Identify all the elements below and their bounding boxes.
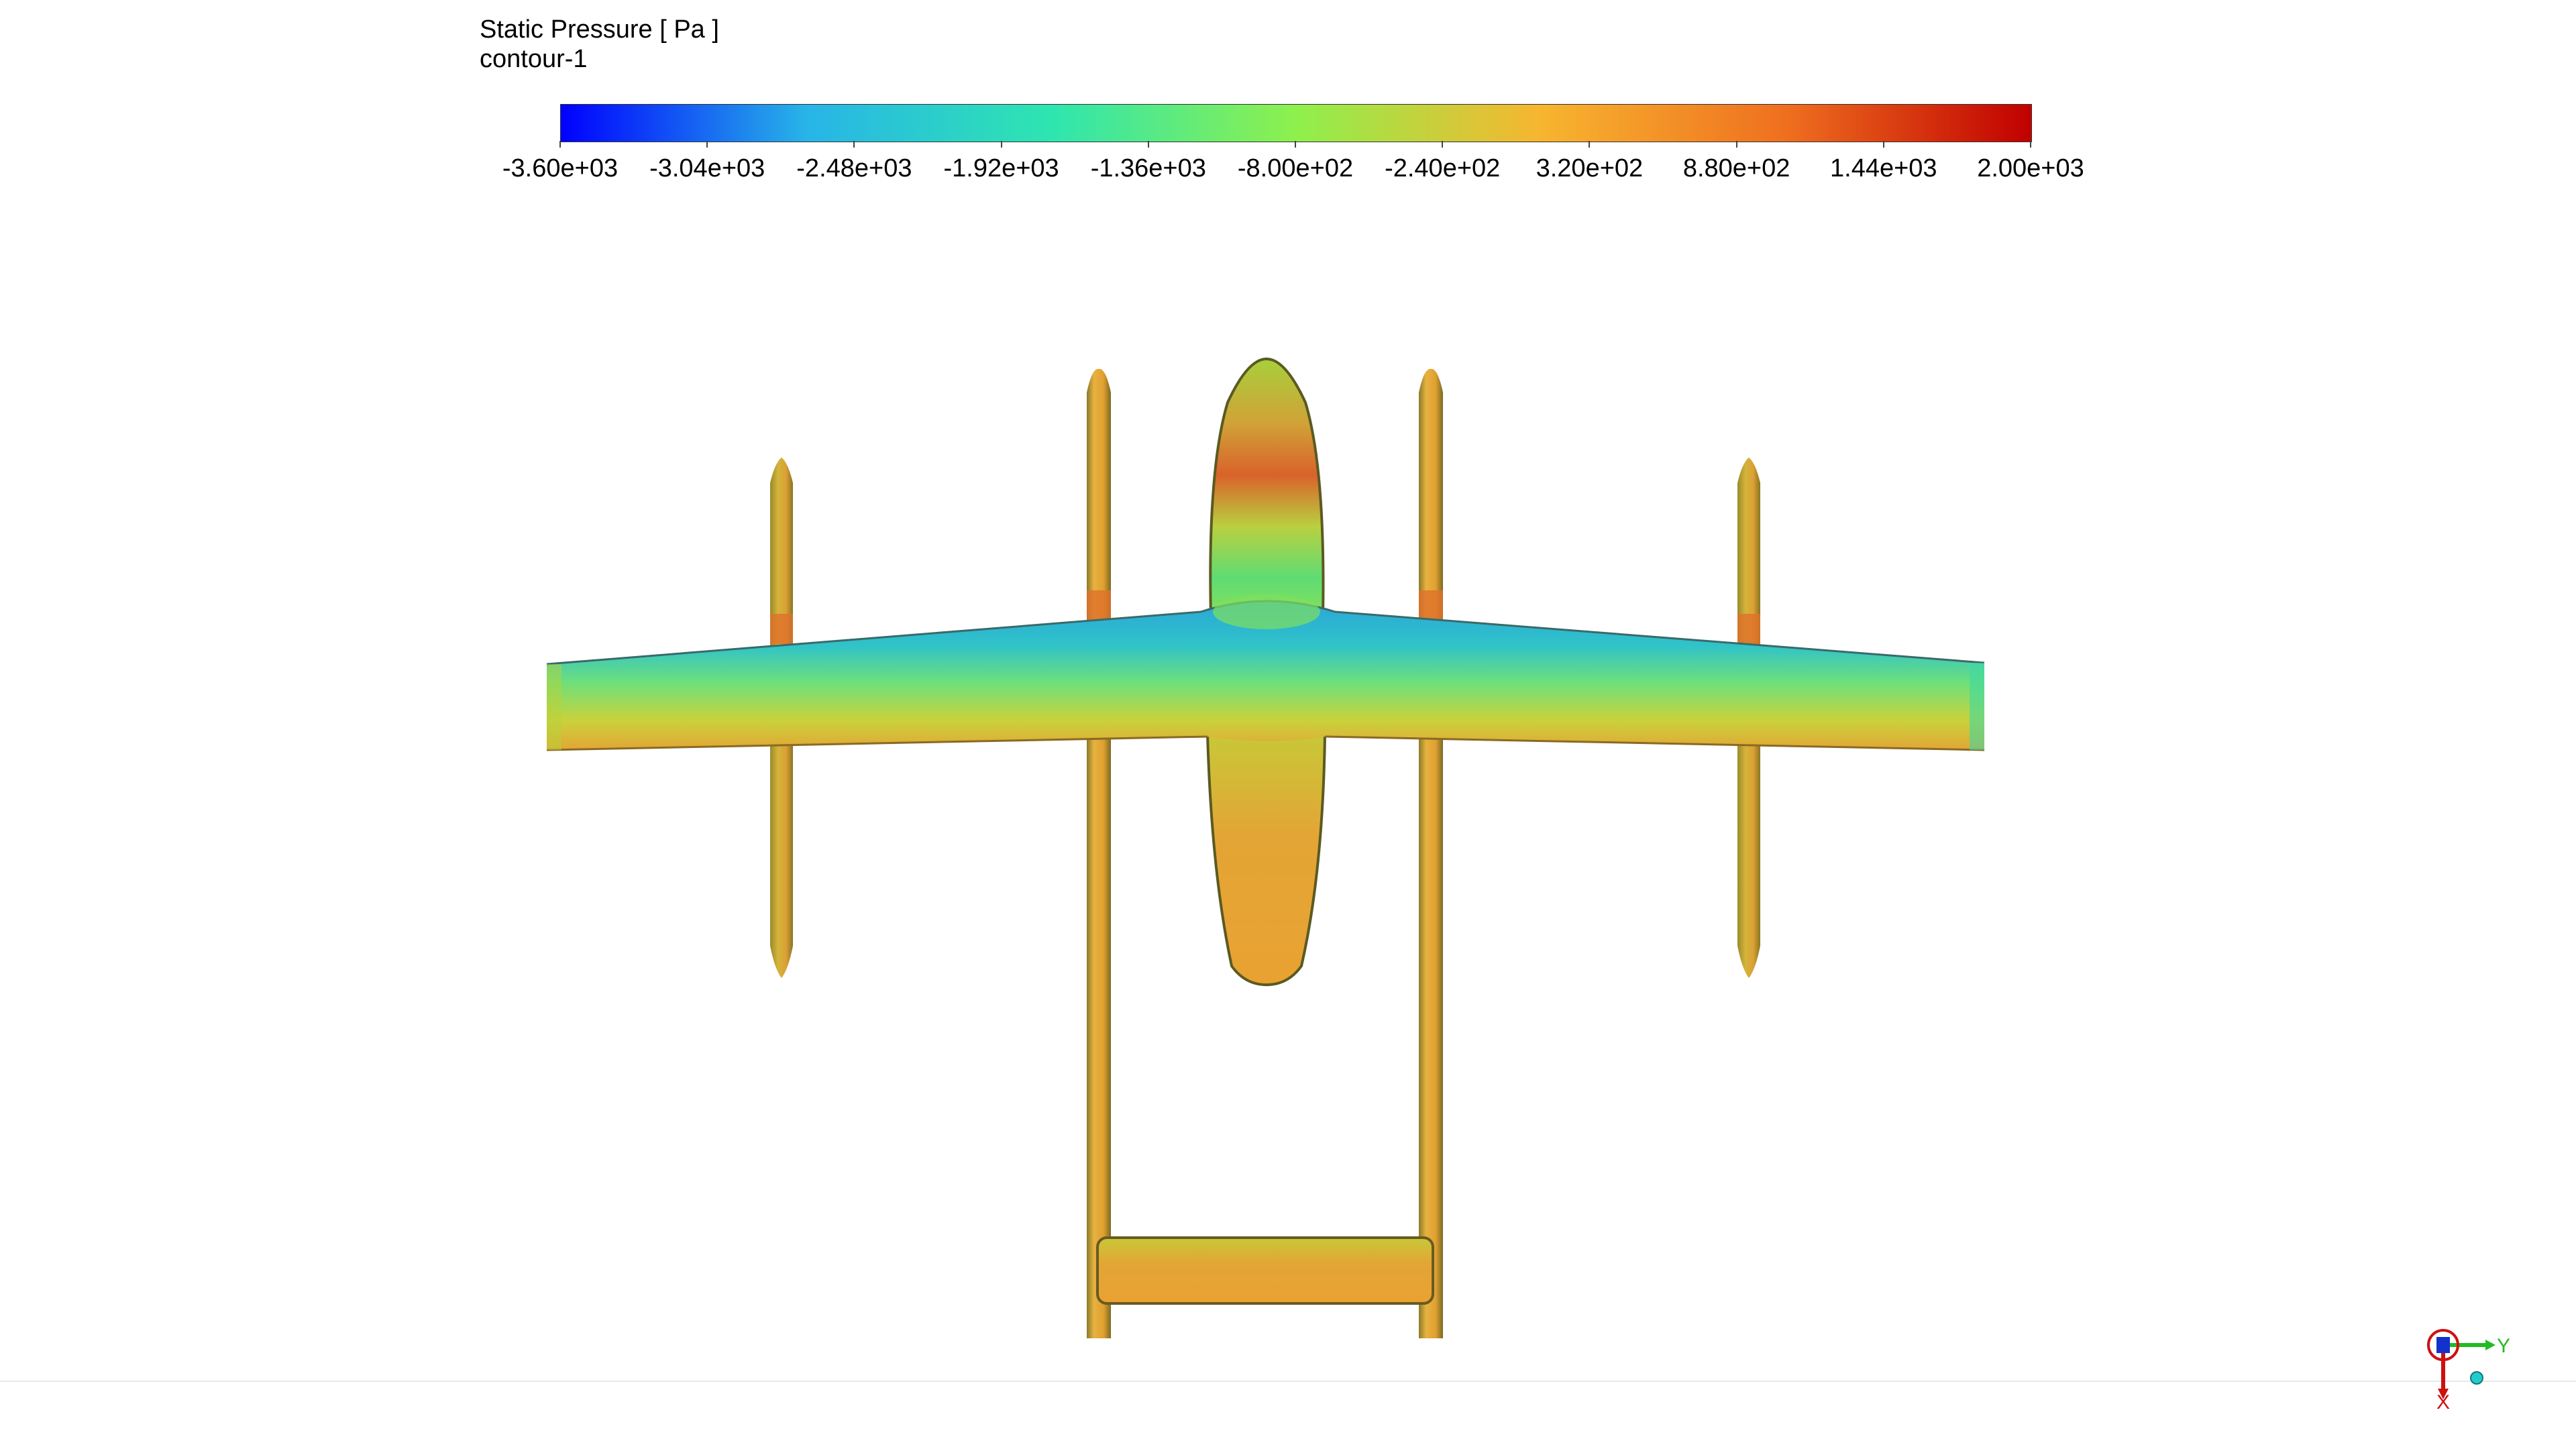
colorbar-tick-mark (1589, 141, 1591, 148)
axis-triad[interactable]: Y X (2427, 1329, 2510, 1413)
colorbar-tick-mark (853, 141, 855, 148)
triad-z-icon (2436, 1337, 2450, 1353)
viewport[interactable]: Y X (0, 0, 2576, 1449)
horizontal-tail (1096, 1236, 1434, 1305)
colorbar-tick-mark (1442, 141, 1444, 148)
main-wing (546, 594, 1985, 751)
colorbar-tick-mark (1147, 141, 1149, 148)
triad-y-arrow-icon (2485, 1340, 2496, 1350)
colorbar-tick-mark (706, 141, 708, 148)
fuselage-nose (1209, 357, 1325, 619)
triad-iso-dot-icon (2470, 1371, 2483, 1385)
colorbar-tick-mark (1000, 141, 1002, 148)
colorbar-tick-mark (559, 141, 561, 148)
colorbar-tick-mark (1295, 141, 1296, 148)
triad-x-label: X (2436, 1391, 2450, 1413)
triad-y-label: Y (2497, 1335, 2510, 1357)
right-inner-boom (1419, 368, 1443, 1338)
colorbar-tick-mark (1882, 141, 1884, 148)
fuselage-rear (1205, 733, 1327, 987)
colorbar-tick-mark (2030, 141, 2031, 148)
colorbar-tick-mark (1735, 141, 1737, 148)
left-inner-boom (1087, 368, 1111, 1338)
